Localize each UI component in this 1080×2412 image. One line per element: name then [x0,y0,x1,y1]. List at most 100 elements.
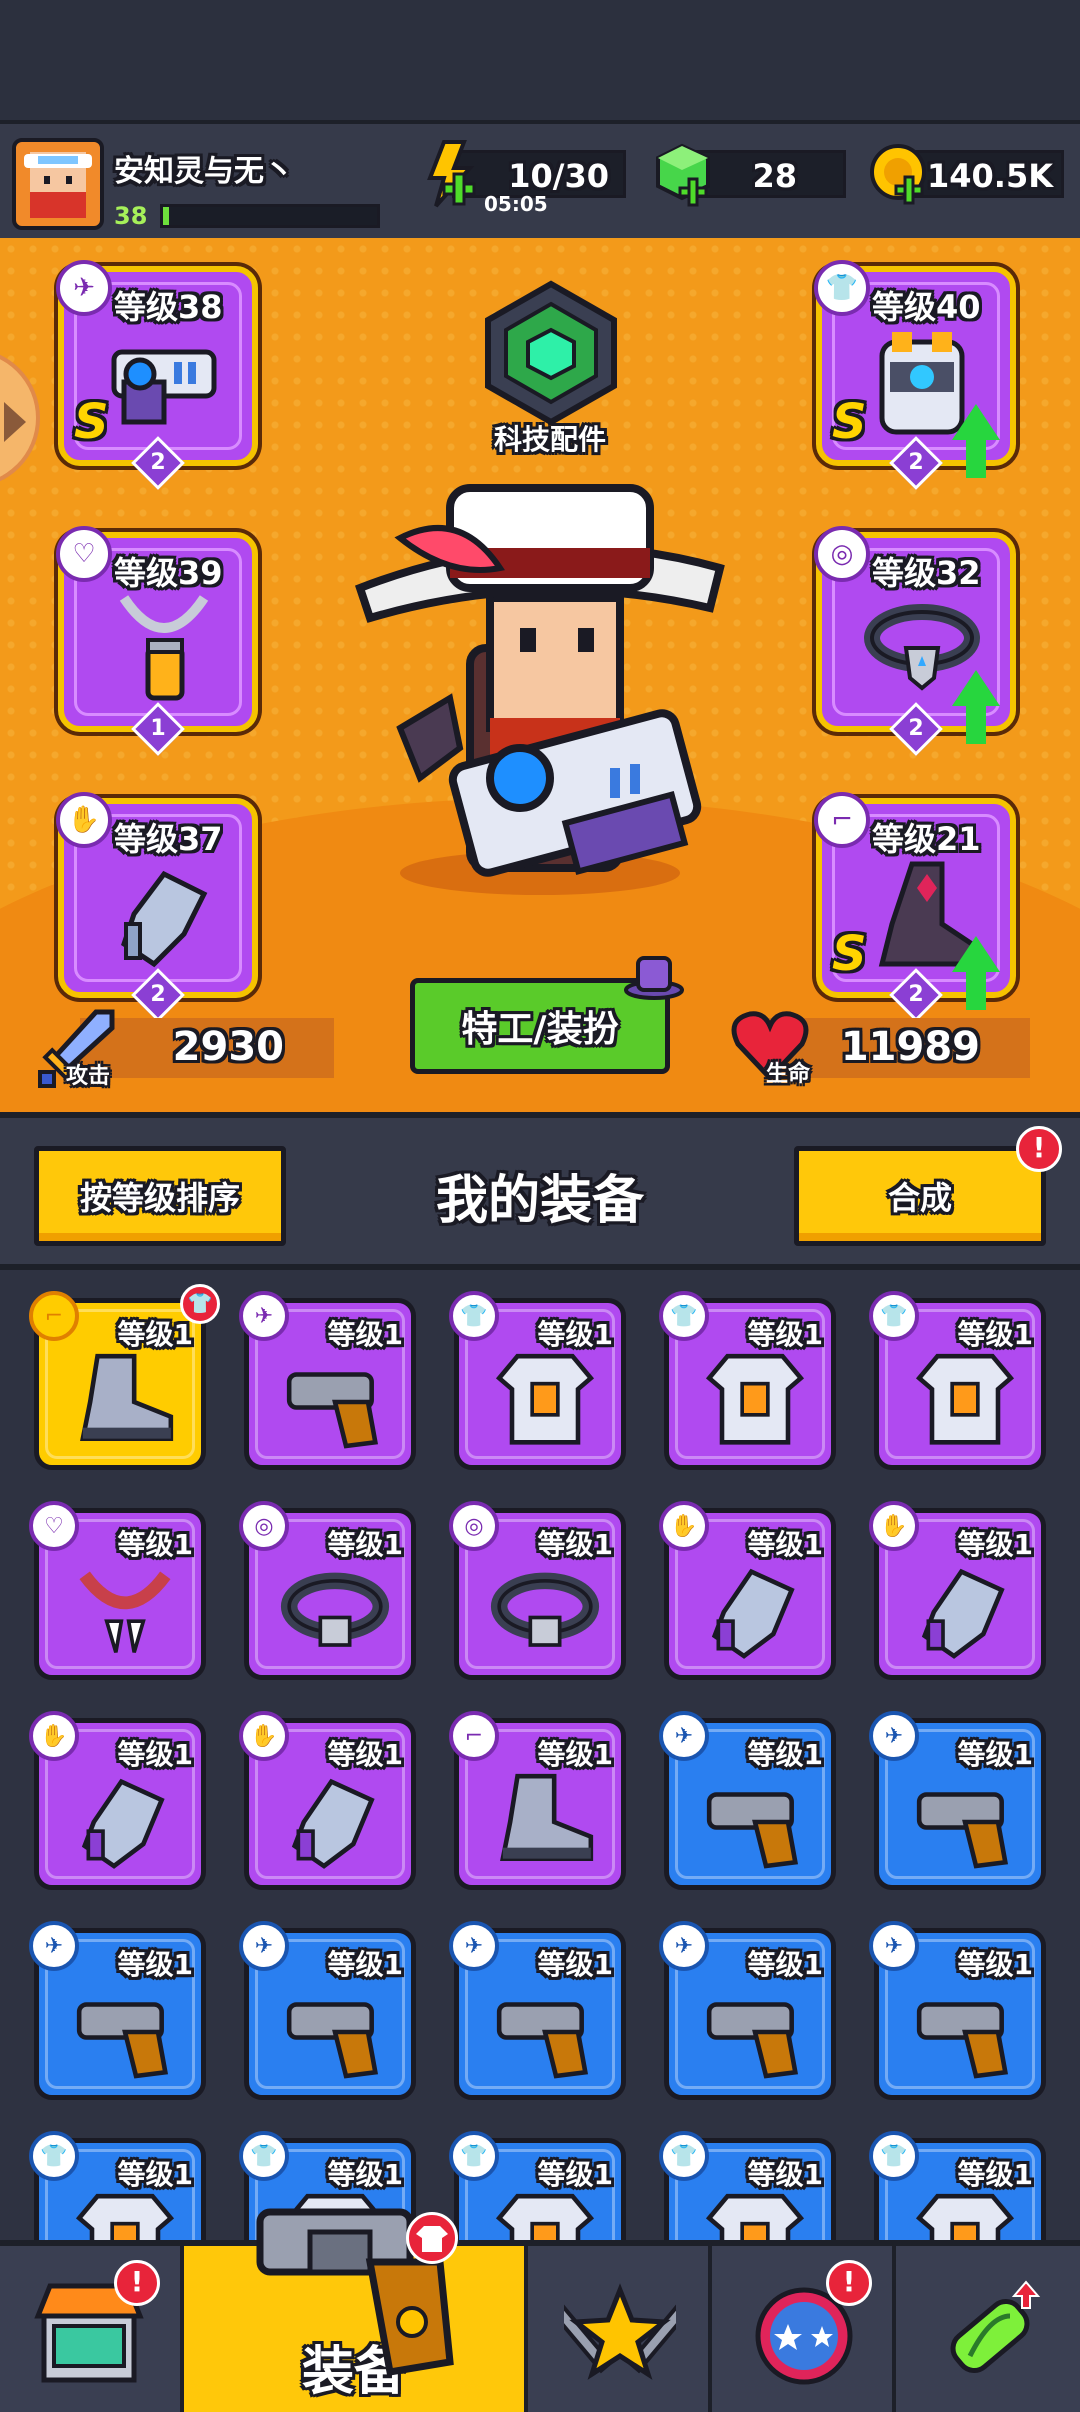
shirt-icon: 👕 [659,2131,709,2181]
inventory-item[interactable]: ✈ 等级1 [449,1921,626,2100]
equip-slot-belt[interactable]: ◎ 等级32 2 [814,526,1016,756]
gun-icon: ✈ [869,1921,919,1971]
necklace-icon: ♡ [56,526,112,582]
gun-icon: ✈ [659,1921,709,1971]
necklace-icon [119,595,209,701]
inventory-item[interactable]: 👕 等级1 [869,2131,1046,2240]
gun-item-art [286,2002,379,2079]
merge-alert-badge: ! [1016,1126,1062,1172]
status-bar-area [0,0,1080,120]
attack-stat-bar: 2930 [80,1018,334,1078]
shirt-icon [416,2226,448,2252]
glove-item-art [921,1568,1005,1659]
attack-label: 攻击 [66,1064,111,1089]
tech-part-hex-icon[interactable] [476,278,626,428]
xp-progress-fill [163,207,170,225]
glove-item-art [711,1568,795,1659]
gun-item-art [76,2002,169,2079]
shirt-icon: 👕 [814,260,870,316]
gun-icon: ✈ [239,1291,289,1341]
coin-value: 140.5K [926,157,1053,195]
inventory-header: 按等级排序 我的装备 合成 ! [0,1112,1080,1270]
merge-button[interactable]: 合成 [794,1146,1046,1246]
gem-value: 28 [752,157,797,195]
inventory-item[interactable]: ✋ 等级1 [659,1501,836,1680]
upgrade-arrow-icon [952,936,1000,1010]
necklace-icon: ♡ [29,1501,79,1551]
inventory-item[interactable]: 👕 等级1 [449,1291,626,1470]
rarity-s-badge: S [832,394,867,450]
arrow-right-icon [4,402,26,442]
gun-icon: ✈ [56,260,112,316]
inventory-item[interactable]: ⌐ 等级1 [29,1291,206,1470]
gun-icon [111,349,217,425]
inventory-item[interactable]: ✈ 等级1 [239,1921,416,2100]
inventory-item[interactable]: ♡ 等级1 [29,1501,206,1680]
inventory-item[interactable]: ◎ 等级1 [239,1501,416,1680]
events-alert-badge: ! [826,2260,872,2306]
inventory-grid: ⌐ 等级1 ✈ 等级1 👕 等级1 👕 等级1 👕 等级1 ♡ 等级1 ◎ 等级1 ◎ 等级1 ✋ 等级1 ✋ 等级1… [0,1270,1080,2240]
inventory-item[interactable]: 👕 等级1 [29,2131,206,2240]
player-level: 38 [114,202,148,230]
inventory-item[interactable]: ⌐ 等级1 [449,1711,626,1890]
equip-slot-weapon[interactable]: ✈ 等级38 S 2 [56,260,258,490]
equip-slot-glove[interactable]: ✋ 等级37 2 [56,792,258,1022]
belt-item-art [490,1572,600,1647]
shirt-item-art [915,2193,1015,2240]
new-item-badge: 👕 [180,1284,220,1324]
gun-item-art [916,2002,1009,2079]
boot-icon: ⌐ [449,1711,499,1761]
inventory-item[interactable]: ✈ 等级1 [239,1291,416,1470]
glove-icon: ✋ [869,1501,919,1551]
belt-icon: ◎ [449,1501,499,1551]
tech-part-label: 科技配件 [493,423,606,456]
inventory-item[interactable]: ✈ 等级1 [659,1921,836,2100]
inventory-item[interactable]: ✈ 等级1 [29,1921,206,2100]
player-avatar[interactable] [12,138,104,230]
shirt-icon: 👕 [239,2131,289,2181]
inventory-item[interactable]: ✋ 等级1 [29,1711,206,1890]
nav-tab-shop[interactable]: ! [0,2246,184,2412]
boot-icon: ⌐ [29,1291,79,1341]
merge-button-label: 合成 [887,1179,952,1217]
shirt-icon: 👕 [449,1291,499,1341]
shirt-icon: 👕 [869,2131,919,2181]
nav-tab-battle[interactable] [528,2246,712,2412]
equip-slot-boots[interactable]: ⌐ 等级21 S 2 [814,792,1016,1022]
glove-item-art [291,1778,375,1869]
dna-capsule-icon [950,2280,1041,2373]
inventory-item[interactable]: ✈ 等级1 [659,1711,836,1890]
inventory-item[interactable]: ◎ 等级1 [449,1501,626,1680]
inventory-item[interactable]: 👕 等级1 [869,1291,1046,1470]
shirt-item-art [495,1353,595,1445]
inventory-item[interactable]: ✈ 等级1 [869,1921,1046,2100]
player-name: 安知灵与无丶 [114,154,294,189]
inventory-item[interactable]: ✋ 等级1 [239,1711,416,1890]
nav-tab-dna[interactable] [896,2246,1080,2412]
belt-item-art [280,1572,390,1647]
energy-timer: 05:05 [484,192,548,216]
green-gem-icon [656,143,710,207]
inventory-item[interactable]: ✈ 等级1 [869,1711,1046,1890]
nav-tab-events[interactable]: ! [712,2246,896,2412]
gun-item-art [496,2002,589,2079]
boot-item-art [500,1773,594,1861]
glove-icon [121,870,208,968]
agent-skin-label: 特工/装扮 [461,1009,619,1050]
inventory-item[interactable]: 👕 等级1 [659,1291,836,1470]
inventory-item[interactable]: 👕 等级1 [449,2131,626,2240]
inventory-item[interactable]: 👕 等级1 [659,2131,836,2240]
equip-slot-necklace[interactable]: ♡ 等级39 1 [56,526,258,756]
hat-icon [624,956,684,1000]
shirt-icon: 👕 [659,1291,709,1341]
shop-alert-badge: ! [114,2260,160,2306]
gun-item-art [706,1792,799,1869]
shirt-item-art [705,2193,805,2240]
energy-bolt-icon [427,140,476,208]
inventory-item[interactable]: ✋ 等级1 [869,1501,1046,1680]
equip-slot-armor[interactable]: 👕 等级40 S 2 [814,260,1016,490]
gold-coin-icon [870,144,926,205]
glove-icon: ✋ [239,1711,289,1761]
hp-value: 11989 [840,1024,980,1070]
belt-icon: ◎ [239,1501,289,1551]
